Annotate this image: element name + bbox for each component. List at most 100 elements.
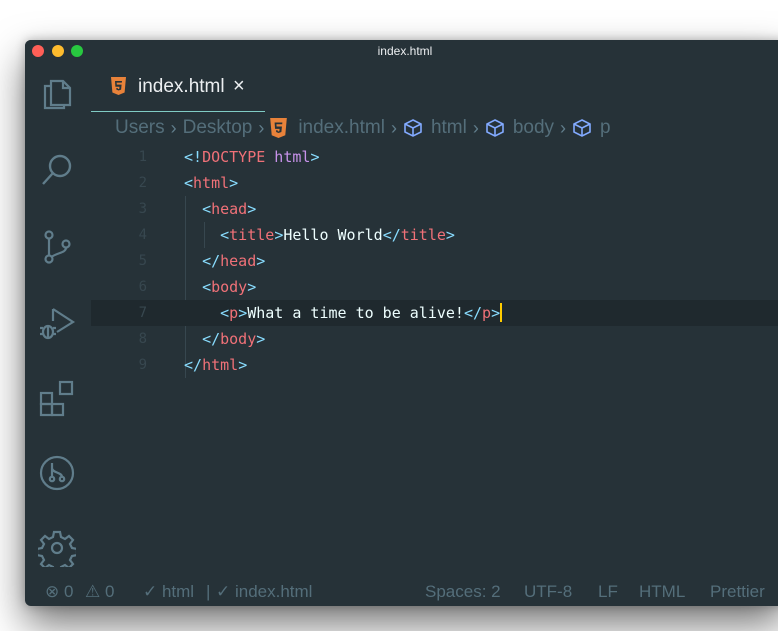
code-token: What a time to be alive! — [247, 304, 464, 322]
code-editor[interactable]: 1 <!DOCTYPE html> 2 <html> 3 <head> 4 <title>… — [91, 144, 778, 574]
code-line[interactable]: 1 <!DOCTYPE html> — [91, 144, 778, 170]
window-title: index.html — [377, 44, 433, 58]
tab-bar: index.html × — [91, 62, 778, 112]
settings-gear-icon[interactable] — [35, 529, 79, 574]
code-line[interactable]: 2 <html> — [91, 170, 778, 196]
symbol-element-icon — [485, 118, 505, 138]
language-mode[interactable]: HTML — [639, 578, 685, 606]
editor-window: index.html index.html × Users › Desktop … — [25, 40, 778, 606]
code-token: head — [220, 252, 257, 270]
code-token: title — [229, 226, 275, 244]
code-token: Hello World — [283, 226, 383, 244]
code-token: > — [445, 226, 455, 244]
breadcrumb-p[interactable]: p — [572, 117, 611, 139]
breadcrumb-file[interactable]: index.html — [270, 117, 385, 139]
tab-label: index.html — [138, 76, 225, 97]
status-check-html[interactable]: ✓ html — [143, 578, 194, 606]
text-cursor — [500, 302, 503, 322]
code-text: </body> — [184, 326, 265, 352]
code-token: > — [274, 226, 284, 244]
code-token: < — [220, 304, 230, 322]
problems-warnings[interactable]: ⚠ 0 — [85, 578, 114, 606]
code-line[interactable]: 4 <title>Hello World</title> — [91, 222, 778, 248]
code-text: <head> — [184, 196, 256, 222]
chevron-right-icon: › — [472, 117, 479, 138]
code-token: DOCTYPE — [202, 148, 266, 166]
code-token: html — [265, 148, 311, 166]
close-tab-icon[interactable]: × — [233, 75, 245, 98]
code-line[interactable]: 3 <head> — [91, 196, 778, 222]
code-token: title — [400, 226, 446, 244]
symbol-element-icon — [403, 118, 423, 138]
code-token: > — [256, 252, 266, 270]
search-icon[interactable] — [38, 151, 76, 189]
formatter-prettier[interactable]: Prettier — [710, 578, 765, 606]
line-number: 9 — [138, 357, 147, 373]
code-text: <html> — [184, 170, 238, 196]
tab-index-html[interactable]: index.html × — [91, 62, 265, 112]
git-graph-icon[interactable] — [38, 454, 76, 492]
code-token: html — [202, 356, 239, 374]
code-token: > — [229, 174, 239, 192]
line-number: 5 — [138, 253, 147, 269]
html5-file-icon — [270, 118, 290, 138]
source-control-icon[interactable] — [38, 228, 76, 266]
line-number: 4 — [138, 227, 147, 243]
code-token: > — [491, 304, 501, 322]
run-debug-icon[interactable] — [38, 304, 76, 342]
chevron-right-icon: › — [170, 117, 177, 138]
code-token: < — [184, 174, 194, 192]
code-token: </ — [382, 226, 401, 244]
code-line[interactable]: 6 <body> — [91, 274, 778, 300]
code-token: p — [482, 304, 492, 322]
breadcrumb-body-label: body — [512, 117, 555, 138]
extensions-icon[interactable] — [38, 379, 76, 417]
code-line[interactable]: 7 <p>What a time to be alive!</p> — [91, 300, 778, 326]
problems-errors[interactable]: ⊗ 0 — [45, 578, 73, 606]
status-divider: | — [206, 582, 211, 601]
line-number: 7 — [138, 305, 147, 321]
breadcrumb-body[interactable]: body — [485, 117, 554, 139]
line-number: 8 — [138, 331, 147, 347]
code-token: > — [247, 278, 257, 296]
code-token: </ — [202, 252, 221, 270]
line-number: 2 — [138, 175, 147, 191]
status-check-file[interactable]: ✓ index.html — [216, 578, 312, 606]
code-line[interactable]: 9 </html> — [91, 352, 778, 378]
breadcrumb-p-label: p — [600, 117, 611, 138]
indentation-spaces[interactable]: Spaces: 2 — [425, 578, 501, 606]
code-token: p — [229, 304, 239, 322]
code-token: > — [247, 200, 257, 218]
code-token: </ — [463, 304, 483, 322]
code-text: </head> — [184, 248, 265, 274]
code-token: > — [238, 356, 248, 374]
code-line[interactable]: 5 </head> — [91, 248, 778, 274]
file-encoding[interactable]: UTF-8 — [524, 578, 572, 606]
files-icon[interactable] — [38, 75, 76, 113]
code-token: < — [220, 226, 230, 244]
code-token: > — [256, 330, 266, 348]
breadcrumb-desktop[interactable]: Desktop — [183, 117, 253, 139]
breadcrumb-users[interactable]: Users — [115, 117, 165, 139]
title-bar: index.html — [25, 40, 778, 62]
html5-file-icon — [111, 77, 126, 95]
code-text: <p>What a time to be alive!</p> — [184, 300, 503, 326]
code-token: </ — [184, 356, 203, 374]
code-token: < — [202, 200, 212, 218]
breadcrumb-html[interactable]: html — [403, 117, 467, 139]
code-token: body — [220, 330, 257, 348]
code-token: > — [310, 148, 320, 166]
code-text: </html> — [184, 352, 247, 378]
code-text: <body> — [184, 274, 256, 300]
end-of-line[interactable]: LF — [598, 578, 618, 606]
chevron-right-icon: › — [560, 117, 567, 138]
breadcrumb-html-label: html — [430, 117, 467, 138]
code-line[interactable]: 8 </body> — [91, 326, 778, 352]
code-text: <title>Hello World</title> — [184, 222, 455, 248]
code-token: < — [202, 278, 212, 296]
